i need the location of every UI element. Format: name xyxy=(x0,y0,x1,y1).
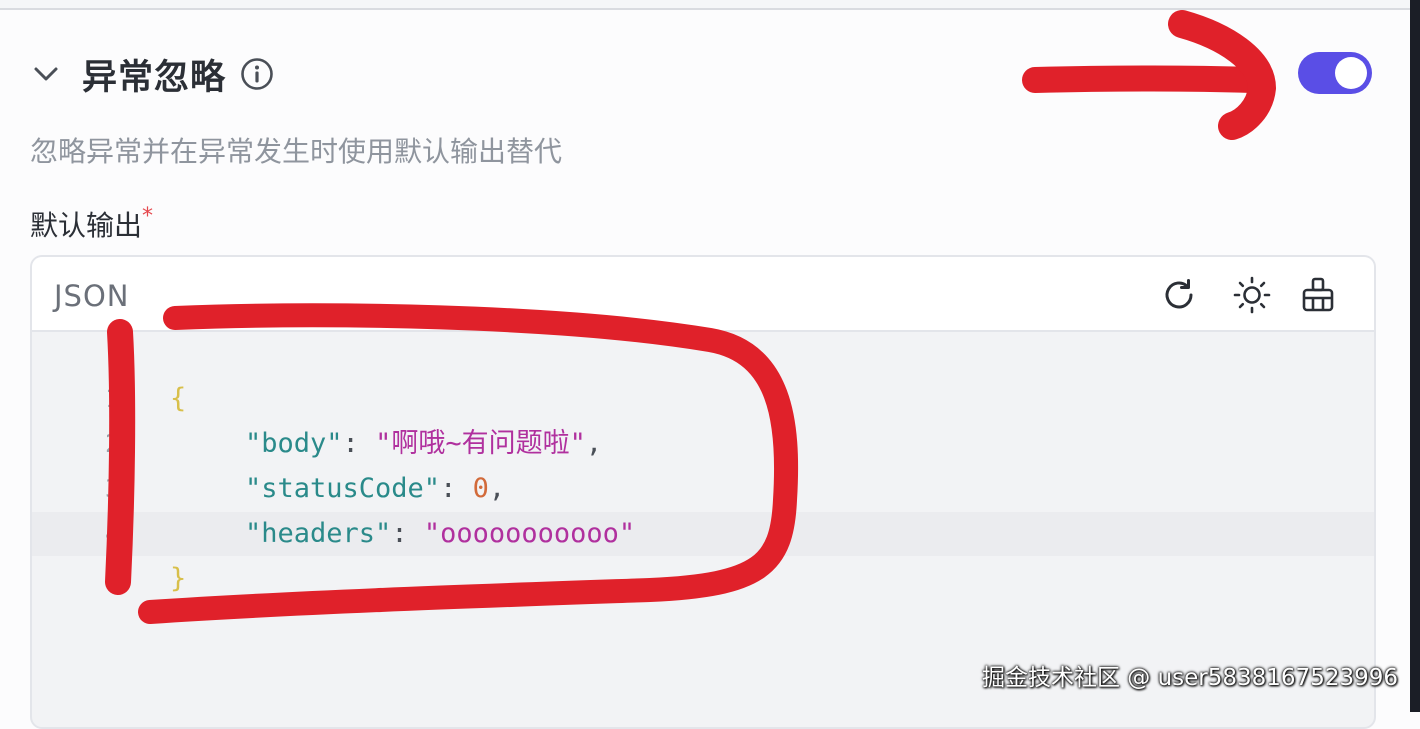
section-header[interactable]: 异常忽略 xyxy=(30,48,274,100)
reset-icon[interactable] xyxy=(1159,275,1199,315)
json-comma: , xyxy=(488,473,506,504)
code-line-content: "headers": "ooooooooooo" xyxy=(245,512,635,556)
code-line: 2 "body": "啊哦~有问题啦", xyxy=(32,422,1374,466)
theme-icon[interactable] xyxy=(1232,275,1272,315)
close-brace: } xyxy=(170,563,187,594)
json-separator: : xyxy=(342,428,376,459)
required-mark: * xyxy=(142,204,154,229)
code-line: 3 "statusCode": 0, xyxy=(32,467,1374,511)
line-number: 1 xyxy=(104,384,120,413)
ignore-exception-toggle[interactable] xyxy=(1298,52,1372,94)
json-string-value: "啊哦~有问题啦" xyxy=(375,428,586,459)
json-key: "statusCode" xyxy=(245,473,441,504)
window-edge xyxy=(1410,0,1420,712)
code-line: 5 } xyxy=(32,557,1374,601)
code-line-content: "statusCode": 0, xyxy=(245,467,505,511)
section-title: 异常忽略 xyxy=(82,57,227,98)
json-key: "body" xyxy=(245,428,343,459)
section-description: 忽略异常并在异常发生时使用默认输出替代 xyxy=(30,135,563,168)
format-icon[interactable] xyxy=(1298,275,1338,315)
open-brace: { xyxy=(170,383,187,414)
line-number: 4 xyxy=(104,519,120,548)
json-key: "headers" xyxy=(245,518,392,549)
json-separator: : xyxy=(440,473,473,504)
annotation-arrow-head xyxy=(1168,10,1276,140)
line-number: 2 xyxy=(104,429,120,458)
fold-toggle-icon[interactable]: ⌄ xyxy=(124,377,135,421)
default-output-label: 默认输出* xyxy=(30,204,153,244)
info-icon[interactable] xyxy=(240,57,274,91)
watermark: 掘金技术社区 @ user5838167523996 xyxy=(981,665,1398,691)
code-line-active: 4 "headers": "ooooooooooo" xyxy=(32,512,1374,556)
json-number-value: 0 xyxy=(472,473,489,504)
line-number: 5 xyxy=(104,564,120,593)
top-divider xyxy=(0,0,1410,10)
annotation-arrow-shaft xyxy=(1022,65,1265,93)
toggle-knob xyxy=(1335,57,1367,89)
json-string-value: "ooooooooooo" xyxy=(423,518,636,549)
editor-language-label: JSON xyxy=(54,279,130,313)
default-output-label-text: 默认输出 xyxy=(30,209,143,242)
line-number: 3 xyxy=(104,474,120,503)
chevron-down-icon[interactable] xyxy=(30,58,62,90)
editor-toolbar: JSON xyxy=(32,257,1374,332)
code-line: 1 ⌄ { xyxy=(32,377,1374,421)
json-comma: , xyxy=(585,428,603,459)
code-line-content: "body": "啊哦~有问题啦", xyxy=(245,422,602,466)
json-separator: : xyxy=(391,518,424,549)
